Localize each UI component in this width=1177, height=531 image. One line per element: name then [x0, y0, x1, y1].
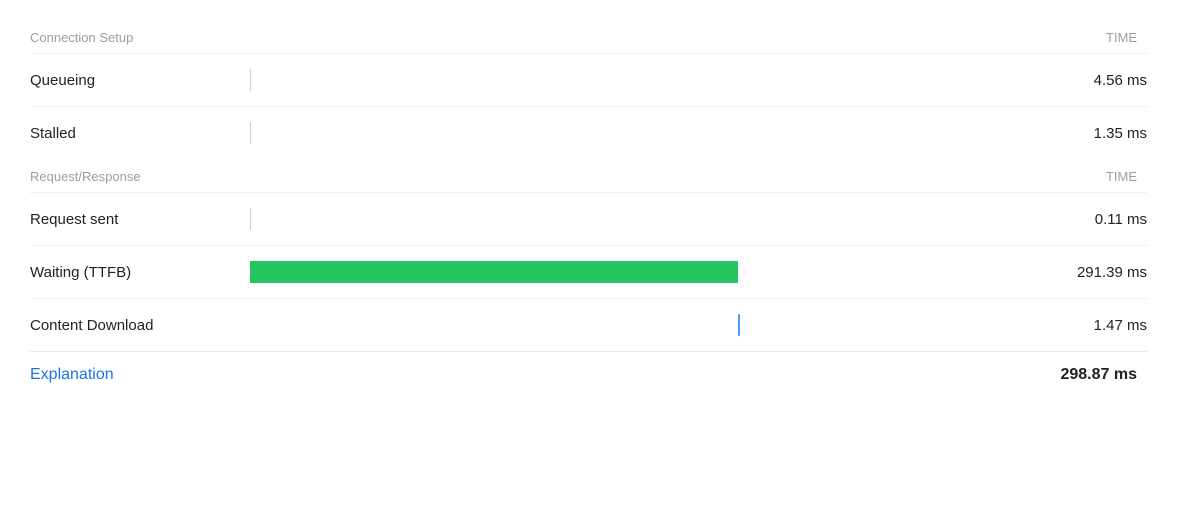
stalled-tick — [250, 122, 251, 144]
content-download-row: Content Download 1.47 ms — [30, 298, 1147, 351]
waiting-ttfb-bar-area — [250, 256, 1037, 288]
request-sent-tick — [250, 208, 251, 230]
waiting-ttfb-time: 291.39 ms — [1037, 264, 1147, 281]
queueing-tick — [250, 69, 251, 91]
content-download-time: 1.47 ms — [1037, 317, 1147, 334]
total-time: 298.87 ms — [1060, 366, 1147, 384]
waiting-ttfb-green-bar — [250, 261, 738, 283]
queueing-label: Queueing — [30, 72, 250, 89]
request-sent-row: Request sent 0.11 ms — [30, 192, 1147, 245]
queueing-row: Queueing 4.56 ms — [30, 53, 1147, 106]
queueing-bar-area — [250, 64, 1037, 96]
content-download-blue-tick — [738, 314, 740, 336]
connection-setup-label: Connection Setup — [30, 30, 133, 45]
request-response-time-label: TIME — [1106, 169, 1147, 184]
request-sent-bar-area — [250, 203, 1037, 235]
connection-setup-time-label: TIME — [1106, 30, 1147, 45]
footer-row: Explanation 298.87 ms — [30, 351, 1147, 388]
queueing-time: 4.56 ms — [1037, 72, 1147, 89]
content-download-label: Content Download — [30, 317, 250, 334]
content-download-bar-area — [250, 309, 1037, 341]
request-response-header: Request/Response TIME — [30, 159, 1147, 192]
timing-panel: Connection Setup TIME Queueing 4.56 ms S… — [0, 0, 1177, 531]
request-sent-label: Request sent — [30, 211, 250, 228]
request-sent-time: 0.11 ms — [1037, 211, 1147, 228]
stalled-bar-area — [250, 117, 1037, 149]
stalled-time: 1.35 ms — [1037, 125, 1147, 142]
explanation-link[interactable]: Explanation — [30, 366, 114, 384]
stalled-label: Stalled — [30, 125, 250, 142]
request-response-label: Request/Response — [30, 169, 141, 184]
waiting-ttfb-label: Waiting (TTFB) — [30, 264, 250, 281]
waiting-ttfb-row: Waiting (TTFB) 291.39 ms — [30, 245, 1147, 298]
connection-setup-header: Connection Setup TIME — [30, 20, 1147, 53]
stalled-row: Stalled 1.35 ms — [30, 106, 1147, 159]
